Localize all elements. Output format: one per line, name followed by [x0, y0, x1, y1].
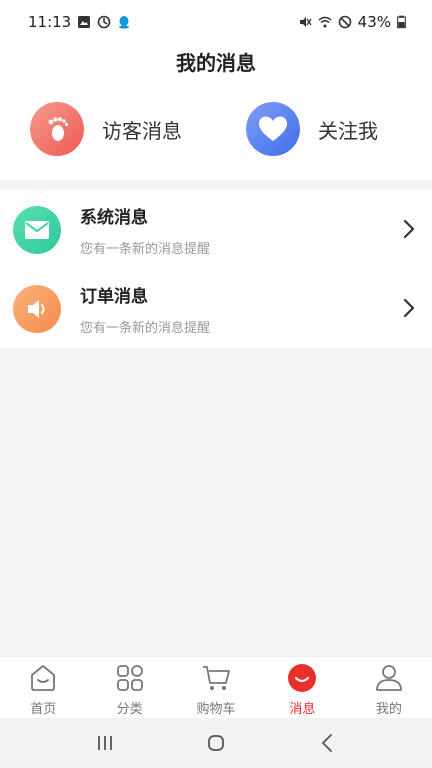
visitor-icon-circle [30, 102, 84, 156]
status-time: 11:13 [28, 13, 72, 31]
order-texts: 订单消息 您有一条新的消息提醒 [80, 282, 210, 336]
tab-mine-label: 我的 [375, 702, 402, 717]
battery-percent: 43% [357, 13, 391, 31]
tab-mine[interactable]: 我的 [346, 657, 432, 718]
followers-card[interactable]: 关注我 [216, 78, 432, 180]
tab-category[interactable]: 分类 [86, 657, 172, 718]
top-cards: 访客消息 关注我 [0, 78, 432, 180]
list-item-system-messages[interactable]: 系统消息 您有一条新的消息提醒 [0, 190, 432, 269]
battery-icon [397, 15, 406, 29]
followers-label: 关注我 [318, 118, 378, 143]
order-icon-circle [13, 284, 61, 333]
tab-cart-label: 购物车 [196, 702, 236, 717]
followers-icon-circle [246, 102, 300, 156]
tab-category-label: 分类 [116, 702, 143, 717]
footprint-icon [48, 117, 69, 141]
status-left: 11:13 [28, 13, 131, 31]
heart-icon [259, 116, 287, 141]
order-messages-subtitle: 您有一条新的消息提醒 [80, 320, 211, 336]
chevron-right-icon [403, 298, 415, 318]
message-icon [286, 662, 318, 694]
message-list: 系统消息 您有一条新的消息提醒 订单消息 您有一条新的消息提醒 [0, 190, 432, 348]
sync-icon [97, 15, 111, 29]
wifi-icon [318, 16, 332, 28]
visitor-messages-card[interactable]: 访客消息 [0, 78, 216, 180]
user-icon [373, 662, 405, 694]
recent-apps-button[interactable] [85, 723, 125, 763]
tab-home-label: 首页 [30, 702, 57, 717]
home-nav-icon [208, 735, 224, 751]
header: 我的消息 [0, 44, 432, 78]
back-button[interactable] [307, 723, 347, 763]
system-texts: 系统消息 您有一条新的消息提醒 [80, 203, 210, 257]
recent-apps-icon [98, 736, 113, 750]
system-icon-circle [13, 205, 61, 254]
mail-icon [25, 220, 49, 239]
system-nav-bar [0, 718, 432, 768]
speaker-icon [28, 299, 45, 318]
system-messages-title: 系统消息 [80, 207, 148, 228]
tab-bar: 首页 分类 购物车 消息 我的 [0, 656, 432, 718]
home-icon [27, 662, 59, 694]
status-right: 43% [298, 13, 406, 31]
category-icon [114, 662, 146, 694]
tab-home[interactable]: 首页 [0, 657, 86, 718]
cart-icon [200, 662, 232, 694]
dnd-icon [338, 15, 351, 29]
gallery-icon [78, 16, 91, 28]
list-item-order-messages[interactable]: 订单消息 您有一条新的消息提醒 [0, 269, 432, 348]
mute-icon [299, 17, 312, 27]
back-icon [321, 734, 332, 752]
home-button[interactable] [196, 723, 236, 763]
chevron-right-icon [403, 219, 415, 239]
system-messages-subtitle: 您有一条新的消息提醒 [80, 241, 211, 257]
page-title: 我的消息 [176, 50, 256, 75]
status-bar: 11:13 43% [0, 0, 432, 44]
tab-messages-label: 消息 [289, 702, 316, 717]
qq-icon [119, 16, 130, 29]
visitor-messages-label: 访客消息 [102, 118, 182, 143]
tab-messages[interactable]: 消息 [259, 657, 345, 718]
order-messages-title: 订单消息 [80, 286, 148, 307]
tab-cart[interactable]: 购物车 [173, 657, 259, 718]
